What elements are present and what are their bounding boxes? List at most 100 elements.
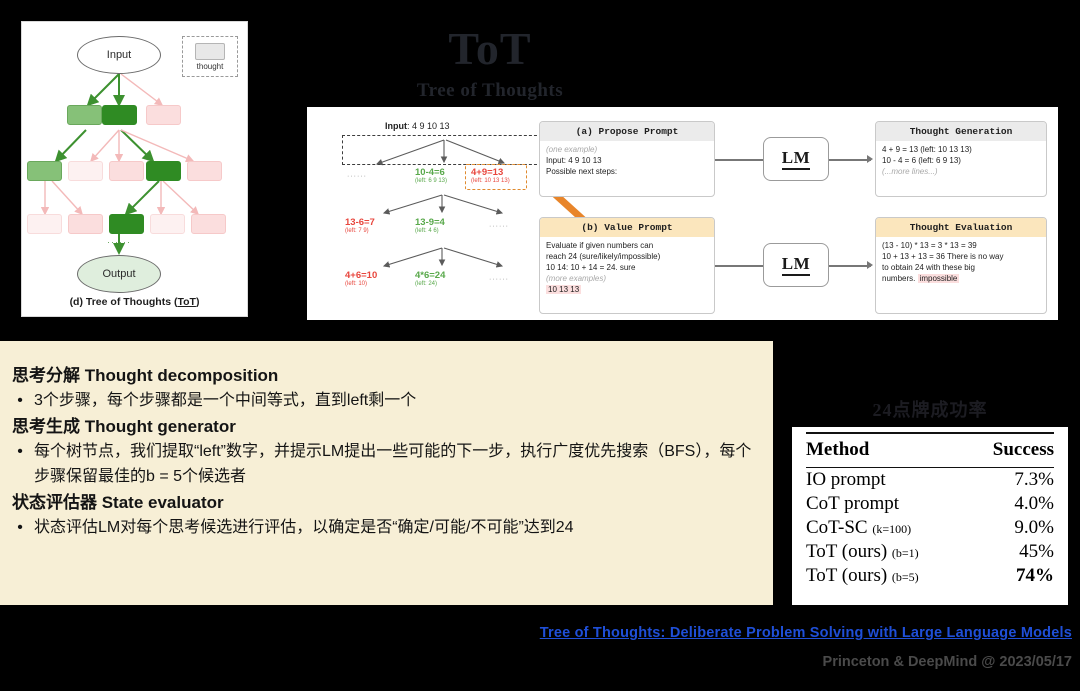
eq-left: (left: 7 9): [345, 228, 369, 234]
thought-generation-body: 4 + 9 = 13 (left: 10 13 13) 10 - 4 = 6 (…: [876, 141, 1046, 182]
table-row: ToT (ours) (b=1) 45%: [806, 540, 1054, 564]
eq-text: 4*6=24: [415, 270, 446, 281]
figure-tree-of-thoughts: thought Input ······ Output (d) Tree of …: [21, 21, 248, 317]
value-prompt-body: Evaluate if given numbers can reach 24 (…: [540, 237, 714, 300]
dashed-group-box: [342, 135, 542, 165]
connector-line: [715, 265, 763, 267]
node-input: Input: [77, 36, 161, 74]
tree-eq-node: 13-9=4 (left: 4 6): [415, 217, 445, 234]
bullet-text: 每个树节点，我们提取“left”数字，并提示LM提出一些可能的下一步，执行广度优…: [34, 443, 752, 486]
slide-root: ToT Tree of Thoughts thought Input ·····…: [0, 0, 1080, 691]
evaluation-line-4-prefix: numbers.: [882, 274, 918, 284]
method-name: ToT (ours): [806, 541, 888, 562]
results-title: 24点牌成功率: [872, 400, 988, 420]
content-panel: 思考分解 Thought decomposition • 3个步骤，每个步骤都是…: [0, 341, 773, 605]
node-output: Output: [77, 255, 161, 293]
method-name: CoT-SC: [806, 517, 868, 538]
propose-input-line: Input: 4 9 10 13: [546, 156, 602, 166]
thought-node: [191, 214, 226, 234]
section-bullet-2: • 每个树节点，我们提取“left”数字，并提示LM提出一些可能的下一步，执行广…: [12, 440, 759, 490]
col-success: Success: [966, 432, 1054, 468]
thought-node: [27, 161, 62, 181]
eq-text: 13-6=7: [345, 217, 375, 228]
figure-game24-pipeline: Input: 4 9 10 13 ······ 10-4=6 (left: 6 9…: [307, 107, 1058, 320]
section-bullet-3: • 状态评估LM对每个思考候选进行评估，以确定是否“确定/可能/不可能”达到24: [12, 516, 759, 541]
thought-swatch-icon: [195, 42, 225, 60]
value-prompt-header: (b) Value Prompt: [540, 218, 714, 237]
eq-left: (left: 10 13 13): [471, 178, 510, 184]
caption-prefix: (d) Tree of Thoughts (: [69, 296, 178, 308]
tree-eq-node: 13-6=7 (left: 7 9): [345, 217, 375, 234]
arrow-to-generation-icon: [867, 155, 873, 163]
propose-example-note: (one example): [546, 145, 598, 154]
method-name: ToT (ours): [806, 565, 888, 586]
pipeline-canvas: Input: 4 9 10 13 ······ 10-4=6 (left: 6 9…: [307, 107, 1058, 320]
cell-method: CoT-SC (k=100): [806, 516, 967, 540]
eq-text: 4+6=10: [345, 270, 378, 281]
input-numbers: 4 9 10 13: [412, 121, 450, 131]
propose-prompt-body: (one example) Input: 4 9 10 13 Possible …: [540, 141, 714, 182]
value-line-4: (more examples): [546, 274, 607, 284]
thought-node: [109, 161, 144, 181]
thought-node: [67, 105, 102, 125]
eq-left: (left: 10): [345, 281, 368, 287]
thought-node: [109, 214, 144, 234]
value-line-3: 10 14: 10 + 14 = 24. sure: [546, 263, 636, 273]
thought-node: [27, 214, 62, 234]
connector-line: [829, 265, 871, 267]
thought-node: [146, 105, 181, 125]
tree-eq-node: 4+6=10 (left: 10): [345, 270, 377, 287]
input-prefix: Input: [385, 121, 407, 131]
method-note: (k=100): [872, 522, 912, 536]
tree-eq-node: 4*6=24 (left: 24): [415, 270, 445, 287]
cell-success: 7.3%: [1014, 469, 1054, 490]
cell-method: ToT (ours) (b=1): [806, 540, 967, 564]
section-heading-1: 思考分解 Thought decomposition: [12, 366, 279, 385]
evaluation-line-4: numbers. impossible: [882, 273, 1040, 284]
table-row: IO prompt 7.3%: [806, 468, 1054, 493]
thought-evaluation-header: Thought Evaluation: [876, 218, 1046, 237]
bullet-marker: •: [17, 392, 23, 410]
lm-box-propose: LM: [763, 137, 829, 181]
paper-link[interactable]: Tree of Thoughts: Deliberate Problem Sol…: [0, 625, 1072, 641]
col-method: Method: [806, 432, 967, 468]
tree-ellipsis: ······: [347, 173, 367, 180]
cell-method: ToT (ours) (b=5): [806, 564, 967, 588]
figure-canvas: thought Input ······ Output (d) Tree of …: [22, 22, 247, 316]
results-table-head: Method Success: [806, 432, 1054, 468]
lm-label: LM: [781, 148, 811, 170]
table-header-row: Method Success: [806, 432, 1054, 468]
bullet-marker: •: [17, 443, 23, 461]
section-bullet-1: • 3个步骤，每个步骤都是一个中间等式，直到left剩一个: [12, 389, 759, 414]
legend-thought: thought: [182, 36, 238, 77]
propose-prompt-header: (a) Propose Prompt: [540, 122, 714, 141]
generation-line-3: (...more lines...): [882, 167, 938, 177]
propose-prompt-box: (a) Propose Prompt (one example) Input: …: [539, 121, 715, 197]
table-row: ToT (ours) (b=5) 74%: [806, 564, 1054, 588]
value-line-5: 10 13 13: [546, 284, 708, 295]
thought-node: [150, 214, 185, 234]
eq-text: 13-9=4: [415, 217, 445, 228]
generation-line-1: 4 + 9 = 13 (left: 10 13 13): [882, 145, 972, 154]
bullet-marker: •: [17, 519, 23, 537]
value-line-1: Evaluate if given numbers can: [546, 241, 654, 250]
connector-line: [829, 159, 871, 161]
caption-suffix: ): [195, 296, 200, 308]
cell-method: CoT prompt: [806, 492, 967, 516]
method-name: IO prompt: [806, 469, 886, 490]
thought-generation-header: Thought Generation: [876, 122, 1046, 141]
method-note: (b=5): [891, 570, 919, 584]
eq-left: (left: 24): [415, 281, 438, 287]
eq-left: (left: 4 6): [415, 228, 439, 234]
connector-line: [715, 159, 763, 161]
cell-success: 9.0%: [1014, 517, 1054, 538]
table-row: CoT-SC (k=100) 9.0%: [806, 516, 1054, 540]
section-heading-3: 状态评估器 State evaluator: [12, 493, 224, 513]
tree-ellipsis: ······: [489, 223, 509, 230]
evaluation-line-3: to obtain 24 with these big: [882, 263, 975, 273]
thought-node: [68, 214, 103, 234]
results-table-wrap: Method Success IO prompt 7.3% CoT prompt…: [792, 427, 1068, 605]
thought-evaluation-box: Thought Evaluation (13 - 10) * 13 = 3 * …: [875, 217, 1047, 314]
tree-eq-node: 10-4=6 (left: 6 9 13): [415, 167, 447, 184]
eq-left: (left: 6 9 13): [415, 178, 448, 184]
